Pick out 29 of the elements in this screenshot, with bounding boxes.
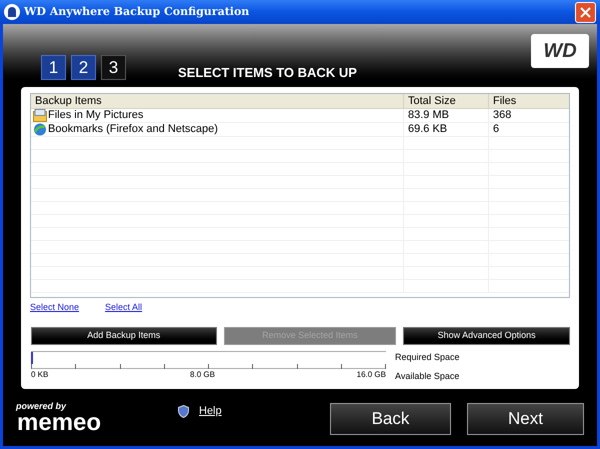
scale-label: 8.0 GB — [190, 370, 215, 380]
powered-by-label: powered by — [16, 401, 68, 411]
step-indicator: 1 — [41, 55, 66, 80]
column-header[interactable]: Total Size — [404, 94, 489, 108]
item-name: Files in My Pictures — [48, 109, 144, 122]
table-cell: 83.9 MB — [408, 109, 449, 122]
scale-label: 16.0 GB — [356, 370, 386, 380]
link[interactable]: Select None — [30, 301, 80, 314]
link[interactable]: Select All — [105, 301, 142, 314]
scale-label: 0 KB — [31, 370, 48, 380]
item-name: Bookmarks (Firefox and Netscape) — [48, 123, 218, 136]
next-button[interactable]: Next — [467, 403, 584, 435]
column-header[interactable]: Files — [489, 94, 569, 108]
back-button[interactable]: Back — [330, 403, 451, 435]
legend-label: Available Space — [395, 370, 460, 380]
action-button[interactable]: Show Advanced Options — [403, 326, 570, 344]
legend-label: Required Space — [395, 352, 460, 362]
table-cell: 69.6 KB — [408, 123, 448, 136]
table-cell: 368 — [493, 109, 512, 122]
window-title: WD Anywhere Backup Configuration — [24, 4, 250, 20]
page-heading: SELECT ITEMS TO BACK UP — [178, 64, 357, 82]
help-link[interactable]: Help — [199, 403, 222, 420]
step-indicator: 2 — [71, 55, 96, 80]
step-indicator: 3 — [101, 55, 126, 80]
wd-logo: WD — [531, 34, 589, 68]
action-button[interactable]: Add Backup Items — [31, 326, 217, 344]
table-cell: 6 — [493, 123, 500, 136]
memeo-logo: memeo — [17, 411, 102, 435]
column-header[interactable]: Backup Items — [31, 94, 404, 108]
